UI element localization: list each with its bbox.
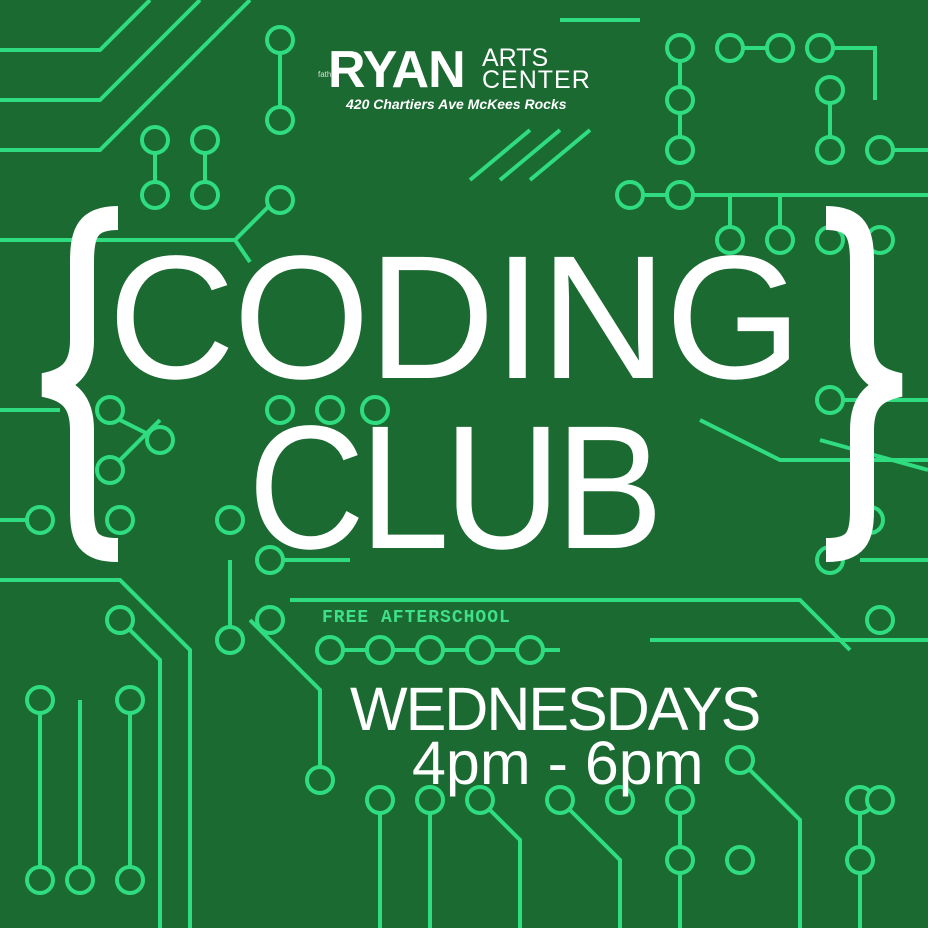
close-brace-icon — [825, 206, 903, 562]
schedule-time: 4pm - 6pm — [412, 729, 704, 797]
title-coding: CODING — [108, 220, 802, 416]
subtitle-free-afterschool: FREE AFTERSCHOOL — [322, 608, 511, 628]
open-brace-icon — [41, 206, 119, 562]
title-club: CLUB — [248, 390, 663, 586]
